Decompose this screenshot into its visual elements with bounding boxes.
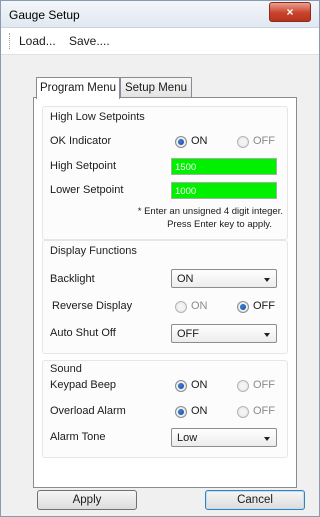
display-functions-group: Display Functions Backlight ON Reverse D…: [42, 240, 288, 354]
overload-alarm-off-radio[interactable]: [237, 406, 249, 418]
lower-setpoint-label: Lower Setpoint: [50, 184, 124, 196]
gauge-setup-window: Gauge Setup × Load... Save.... Program M…: [0, 0, 320, 517]
auto-shut-off-label: Auto Shut Off: [50, 327, 116, 339]
reverse-display-on-label: ON: [191, 300, 208, 312]
keypad-beep-off-radio[interactable]: [237, 380, 249, 392]
setpoint-note-line2: Press Enter key to apply.: [167, 219, 272, 230]
title-bar: Gauge Setup ×: [1, 1, 319, 28]
reverse-display-on-radio[interactable]: [175, 301, 187, 313]
menu-item-save[interactable]: Save....: [69, 34, 110, 48]
apply-button[interactable]: Apply: [37, 490, 137, 510]
backlight-label: Backlight: [50, 273, 95, 285]
cancel-button[interactable]: Cancel: [205, 490, 305, 510]
overload-alarm-off-label: OFF: [253, 405, 275, 417]
ok-indicator-label: OK Indicator: [50, 135, 112, 147]
high-setpoint-label: High Setpoint: [50, 160, 117, 172]
chevron-down-icon: [264, 437, 270, 441]
keypad-beep-label: Keypad Beep: [50, 379, 117, 391]
high-setpoint-input[interactable]: 1500: [171, 158, 277, 175]
menu-item-load[interactable]: Load...: [19, 34, 56, 48]
auto-shut-off-value: OFF: [177, 328, 199, 340]
close-icon: ×: [286, 5, 294, 19]
overload-alarm-on-radio[interactable]: [175, 406, 187, 418]
keypad-beep-on-radio[interactable]: [175, 380, 187, 392]
ok-indicator-off-radio[interactable]: [237, 136, 249, 148]
keypad-beep-on-label: ON: [191, 379, 208, 391]
menu-grip: [9, 33, 12, 49]
ok-indicator-off-label: OFF: [253, 135, 275, 147]
sound-group: Sound Keypad Beep ON OFF Overload Alarm …: [42, 360, 288, 458]
auto-shut-off-select[interactable]: OFF: [171, 324, 277, 343]
menu-bar: Load... Save....: [1, 28, 319, 55]
window-title: Gauge Setup: [9, 8, 80, 22]
high-low-setpoints-group: High Low Setpoints OK Indicator ON OFF H…: [42, 106, 288, 240]
lower-setpoint-input[interactable]: 1000: [171, 182, 277, 199]
reverse-display-off-label: OFF: [253, 300, 275, 312]
tab-setup-menu[interactable]: Setup Menu: [120, 77, 192, 98]
reverse-display-label: Reverse Display: [52, 300, 133, 312]
group-title-sound: Sound: [50, 363, 82, 375]
group-title-display: Display Functions: [50, 245, 137, 257]
alarm-tone-label: Alarm Tone: [50, 431, 106, 443]
reverse-display-off-radio[interactable]: [237, 301, 249, 313]
tab-program-menu[interactable]: Program Menu: [36, 77, 120, 99]
chevron-down-icon: [264, 333, 270, 337]
ok-indicator-on-radio[interactable]: [175, 136, 187, 148]
overload-alarm-label: Overload Alarm: [50, 405, 126, 417]
setpoint-note-line1: * Enter an unsigned 4 digit integer.: [137, 206, 283, 217]
close-button[interactable]: ×: [269, 2, 311, 22]
backlight-select[interactable]: ON: [171, 269, 277, 288]
ok-indicator-on-label: ON: [191, 135, 208, 147]
overload-alarm-on-label: ON: [191, 405, 208, 417]
chevron-down-icon: [264, 278, 270, 282]
backlight-value: ON: [177, 273, 194, 285]
alarm-tone-value: Low: [177, 432, 198, 444]
keypad-beep-off-label: OFF: [253, 379, 275, 391]
group-title-high-low: High Low Setpoints: [50, 111, 145, 123]
alarm-tone-select[interactable]: Low: [171, 428, 277, 447]
program-menu-panel: High Low Setpoints OK Indicator ON OFF H…: [33, 97, 297, 488]
